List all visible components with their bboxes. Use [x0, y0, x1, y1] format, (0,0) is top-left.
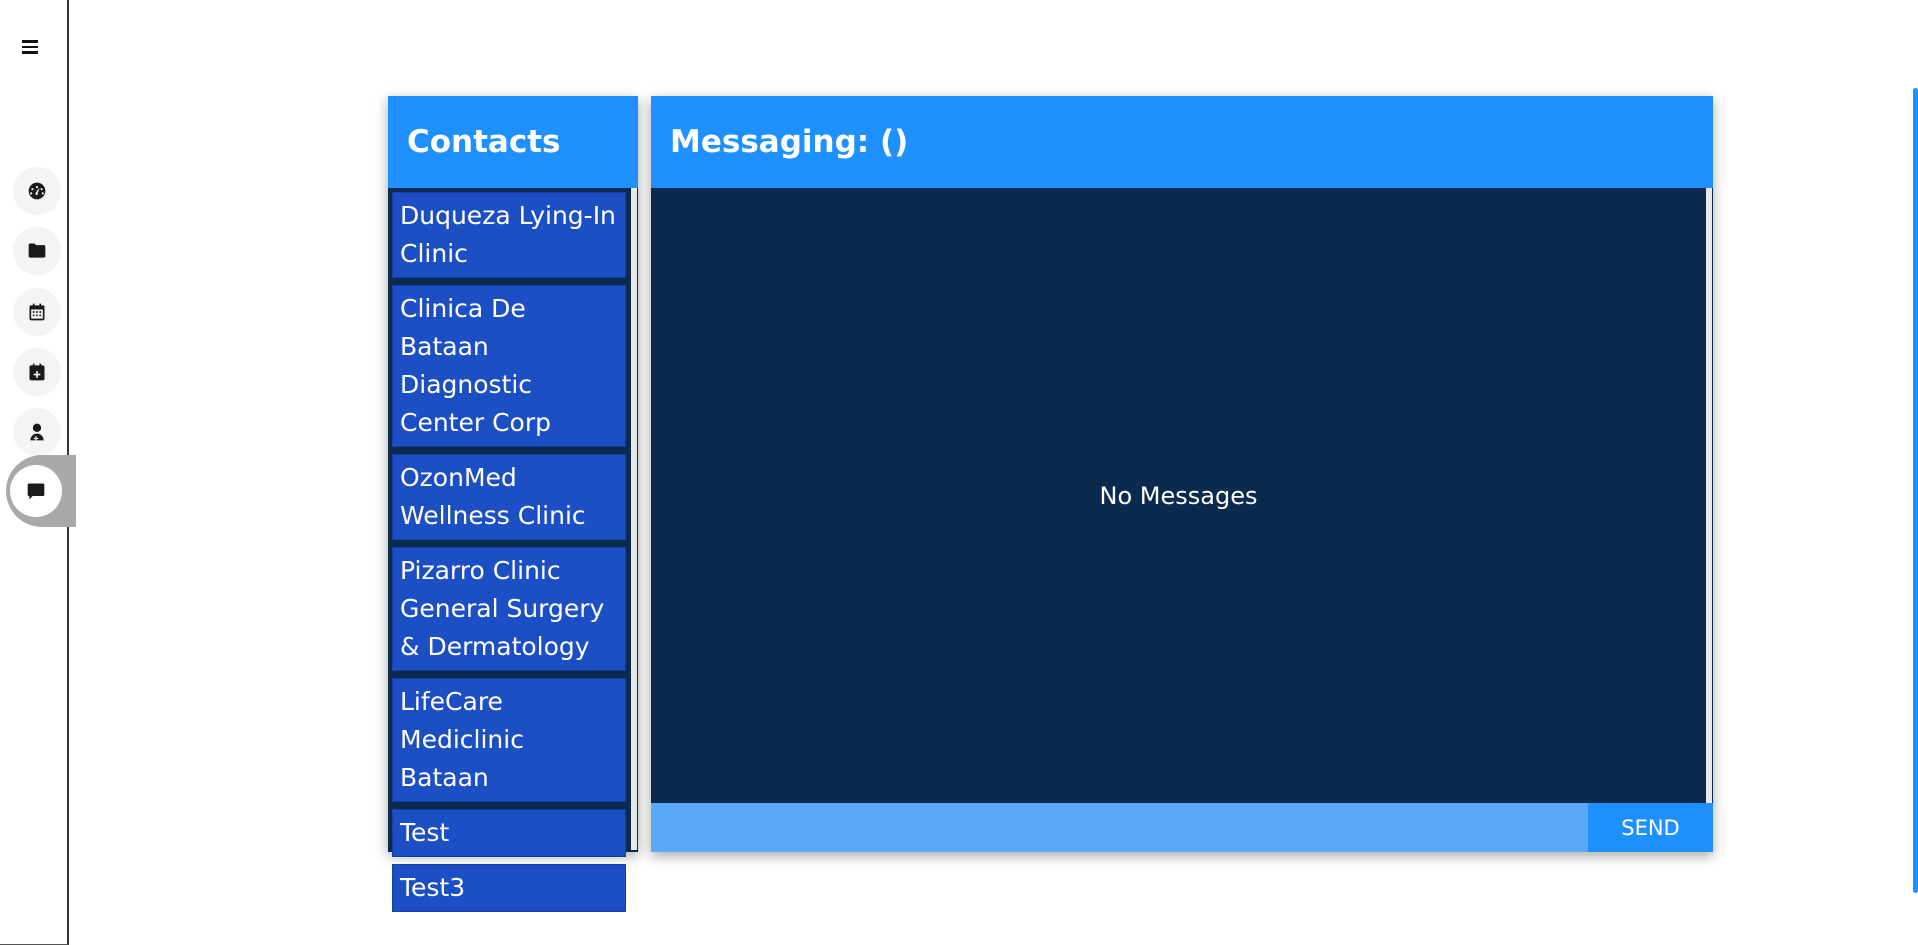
sidebar-item-doctor[interactable] — [13, 408, 61, 456]
left-sidebar — [0, 0, 76, 945]
sidebar-item-dashboard[interactable] — [13, 167, 61, 215]
messaging-panel: Messaging: () No Messages SEND — [651, 96, 1713, 852]
contacts-panel: Contacts Duqueza Lying-In Clinic Clinica… — [388, 96, 638, 912]
contact-item[interactable]: OzonMed Wellness Clinic — [392, 454, 626, 540]
contact-item[interactable]: Test — [392, 809, 626, 857]
hamburger-menu-icon[interactable] — [22, 36, 44, 58]
messages-area: No Messages — [651, 188, 1706, 803]
user-doctor-icon — [30, 423, 44, 441]
calendar-icon — [29, 303, 45, 321]
sidebar-item-folder[interactable] — [13, 227, 61, 275]
message-composer: SEND — [651, 803, 1713, 852]
page-scrollbar[interactable] — [1913, 88, 1918, 893]
sidebar-item-calendar[interactable] — [13, 288, 61, 336]
contact-item[interactable]: Test3 — [392, 864, 626, 912]
contact-item[interactable]: Clinica De Bataan Diagnostic Center Corp — [392, 285, 626, 447]
folder-icon — [28, 243, 46, 258]
contact-item[interactable]: Duqueza Lying-In Clinic — [392, 192, 626, 278]
messaging-title: Messaging: () — [651, 96, 1713, 188]
contacts-title: Contacts — [388, 96, 638, 188]
message-input[interactable] — [651, 803, 1588, 852]
dashboard-gauge-icon — [28, 182, 46, 200]
send-button[interactable]: SEND — [1588, 803, 1713, 852]
contacts-list: Duqueza Lying-In Clinic Clinica De Bataa… — [388, 188, 630, 912]
chat-message-icon — [27, 483, 45, 500]
empty-messages-text: No Messages — [1099, 481, 1258, 510]
calendar-plus-icon — [29, 363, 45, 381]
contacts-scrollbar[interactable] — [631, 188, 637, 850]
contact-item[interactable]: LifeCare Mediclinic Bataan — [392, 678, 626, 802]
sidebar-item-messages[interactable] — [10, 465, 62, 517]
messages-scrollbar[interactable] — [1706, 188, 1712, 803]
sidebar-item-calendar-plus[interactable] — [13, 348, 61, 396]
contact-item[interactable]: Pizarro Clinic General Surgery & Dermato… — [392, 547, 626, 671]
